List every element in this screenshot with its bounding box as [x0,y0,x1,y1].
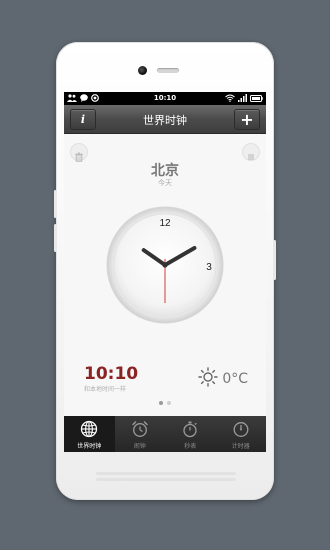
delete-button[interactable] [70,143,88,162]
bottom-speaker-grille-2 [96,478,236,481]
status-bar: 10:10 [64,92,266,105]
page-dot-2 [167,401,171,405]
weather-widget: 0°C [198,367,248,391]
title-bar: i 世界时钟 + [64,105,266,134]
globe-icon [80,420,98,442]
screen: 10:10 i 世界时钟 + 北京 今天 12 3 10:10 和本地时间一样 … [64,92,266,452]
dial-number-3: 3 [206,262,212,273]
tab-label-stopwatch: 秒表 [184,443,197,450]
tab-label-timer: 计时器 [231,443,250,450]
front-camera [138,66,147,75]
sun-icon [198,367,219,391]
day-label: 今天 [158,179,172,187]
tab-world-clock[interactable]: 世界时钟 [64,416,115,452]
page-dot-1 [159,401,163,405]
alarm-clock-icon [131,420,149,442]
wifi-icon [225,94,235,104]
time-difference-caption: 和本地时间一样 [84,386,127,393]
battery-icon [250,94,263,104]
clock-card: 北京 今天 12 3 10:10 和本地时间一样 0°C [64,134,266,416]
tab-bar: 世界时钟 闹钟 秒表 计时器 [64,416,266,452]
add-city-button[interactable]: + [234,109,260,130]
timer-icon [232,420,250,442]
bottom-speaker-grille [96,472,236,475]
tab-label-alarm: 闹钟 [133,443,146,450]
earpiece-speaker [157,68,179,73]
tab-timer[interactable]: 计时器 [216,416,267,452]
dial-number-12: 12 [159,218,171,229]
tab-stopwatch[interactable]: 秒表 [165,416,216,452]
analog-clock: 12 3 [106,206,224,324]
menu-button[interactable] [242,143,260,161]
side-button [273,240,276,280]
volume-button [54,190,57,218]
tab-label-world-clock: 世界时钟 [77,443,102,450]
volume-button-2 [54,224,57,252]
signal-icon [238,94,247,104]
page-indicator [64,401,266,405]
city-name: 北京 [151,163,179,179]
stopwatch-icon [181,420,199,442]
temperature: 0°C [222,371,248,387]
digital-time: 10:10 [84,364,139,384]
clock-center-cap [162,262,168,268]
tab-alarm[interactable]: 闹钟 [115,416,166,452]
